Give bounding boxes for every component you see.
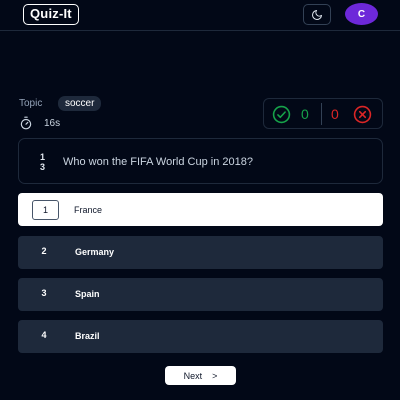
question-card: 1 3 Who won the FIFA World Cup in 2018? [18, 138, 383, 184]
question-progress: 1 3 [40, 152, 45, 172]
check-circle-icon [272, 105, 291, 124]
answer-option[interactable]: 2 Germany [18, 236, 383, 269]
wrong-count: 0 [331, 106, 339, 122]
x-circle-icon [353, 105, 372, 124]
option-label: France [74, 205, 103, 215]
score-panel: 0 0 [263, 98, 383, 129]
app-logo[interactable]: Quiz-It [23, 4, 79, 25]
chevron-right-icon: > [212, 370, 218, 381]
answer-option[interactable]: 4 Brazil [18, 320, 383, 353]
stopwatch-icon [20, 116, 32, 130]
question-total: 3 [40, 162, 46, 172]
answer-option[interactable]: 3 Spain [18, 278, 383, 311]
option-label: Germany [75, 247, 115, 257]
timer-value: 16s [44, 118, 61, 129]
topic-badge: soccer [58, 96, 102, 111]
option-number: 3 [41, 288, 47, 298]
score-divider [321, 103, 322, 125]
question-text: Who won the FIFA World Cup in 2018? [63, 156, 253, 168]
moon-icon [312, 9, 322, 20]
next-button-label: Next [183, 370, 203, 381]
next-button[interactable]: Next > [165, 366, 236, 385]
option-label: Spain [75, 289, 100, 299]
option-number: 4 [41, 330, 47, 340]
topic-label: Topic [19, 98, 43, 109]
option-label: Brazil [75, 331, 100, 341]
option-number: 2 [41, 246, 47, 256]
question-number: 1 [40, 152, 46, 162]
quiz-page: Quiz-It C Topic soccer 16s 0 0 1 3 Who w… [0, 0, 400, 400]
user-avatar[interactable]: C [345, 3, 378, 25]
correct-count: 0 [301, 106, 309, 122]
theme-toggle-button[interactable] [303, 4, 331, 25]
top-bar: Quiz-It C [0, 0, 400, 31]
answer-option[interactable]: 1 France [18, 193, 383, 226]
option-number: 1 [32, 200, 59, 220]
